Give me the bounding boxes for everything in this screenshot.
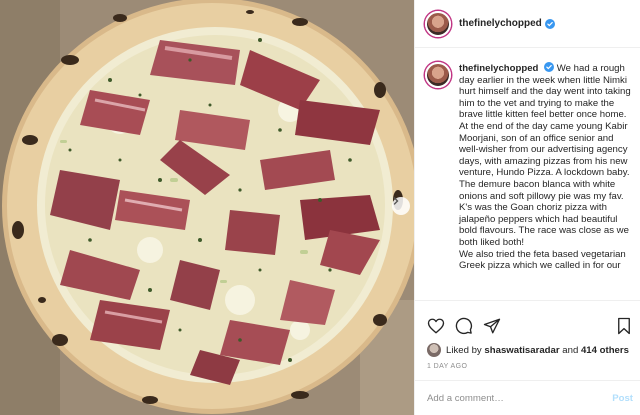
share-icon[interactable] bbox=[483, 317, 501, 335]
carousel-next-button[interactable] bbox=[392, 197, 410, 215]
caption-paragraph: thefinelychopped We had a rough day earl… bbox=[459, 62, 633, 121]
post-actions: Liked by shaswatisaradar and 414 others … bbox=[415, 300, 640, 380]
comment-bar: Post bbox=[415, 380, 640, 415]
likes-summary: Liked by shaswatisaradar and 414 others bbox=[427, 343, 629, 357]
bookmark-icon[interactable] bbox=[615, 317, 633, 335]
post-caption: thefinelychopped We had a rough day earl… bbox=[459, 62, 633, 300]
liker-avatar[interactable] bbox=[427, 343, 441, 357]
post-photo[interactable] bbox=[0, 0, 414, 415]
chevron-right-icon bbox=[393, 197, 399, 205]
caption-area: thefinelychopped We had a rough day earl… bbox=[415, 56, 640, 300]
caption-paragraph: At the end of the day came young Kabir M… bbox=[459, 120, 630, 179]
post-side-panel: thefinelychopped thefinelychopped We had… bbox=[414, 0, 640, 415]
comment-icon[interactable] bbox=[455, 317, 473, 335]
author-avatar[interactable] bbox=[425, 10, 451, 37]
post-timestamp[interactable]: 1 DAY AGO bbox=[427, 363, 467, 370]
post-header: thefinelychopped bbox=[415, 0, 640, 48]
pizza-illustration bbox=[0, 0, 414, 415]
caption-username[interactable]: thefinelychopped bbox=[459, 63, 538, 74]
comment-input[interactable] bbox=[427, 392, 613, 404]
action-icons bbox=[427, 317, 501, 335]
liked-by-prefix: Liked by bbox=[446, 344, 482, 356]
liked-by-user[interactable]: shaswatisaradar bbox=[484, 345, 559, 356]
verified-badge-icon bbox=[544, 18, 555, 29]
liked-by-join: and bbox=[562, 344, 579, 356]
heart-icon[interactable] bbox=[427, 317, 445, 335]
others-count-link[interactable]: 414 others bbox=[581, 345, 629, 356]
caption-author-avatar[interactable] bbox=[425, 62, 451, 88]
caption-paragraph: The demure bacon blanca with white onion… bbox=[459, 178, 629, 248]
author-username[interactable]: thefinelychopped bbox=[459, 18, 542, 29]
verified-badge-icon bbox=[544, 62, 555, 72]
post-comment-button[interactable]: Post bbox=[612, 393, 633, 404]
caption-paragraph: We also tried the feta based vegetarian … bbox=[459, 248, 626, 272]
